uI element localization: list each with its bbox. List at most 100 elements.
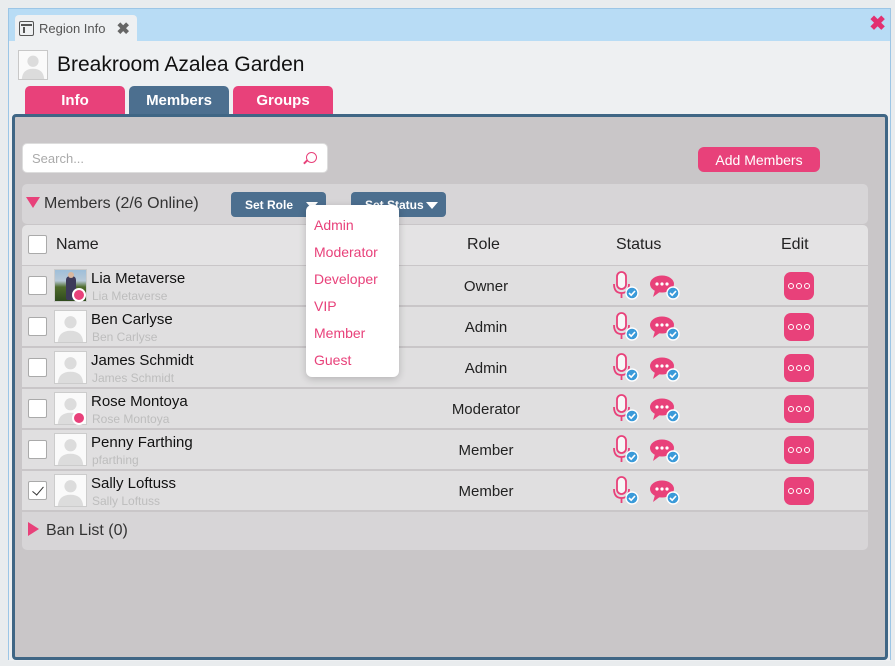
expand-triangle-icon[interactable] — [28, 522, 39, 536]
region-info-window: Region Info ✖ ✖ Breakroom Azalea Garden … — [8, 8, 891, 661]
row-checkbox[interactable] — [28, 317, 47, 336]
member-username: pfarthing — [92, 453, 139, 467]
tab-groups[interactable]: Groups — [233, 86, 333, 114]
window-titlebar: Region Info ✖ ✖ — [9, 9, 890, 42]
search-input[interactable] — [32, 144, 302, 172]
search-box — [22, 143, 328, 173]
ban-list-header[interactable]: Ban List (0) — [22, 512, 868, 550]
tab-members[interactable]: Members — [129, 86, 229, 114]
row-checkbox[interactable] — [28, 358, 47, 377]
row-checkbox[interactable] — [28, 276, 47, 295]
ban-list-label: Ban List (0) — [46, 522, 128, 539]
row-checkbox[interactable] — [28, 399, 47, 418]
default-avatar-icon — [55, 434, 86, 465]
more-options-icon — [788, 488, 810, 494]
role-option-admin[interactable]: Admin — [306, 211, 399, 238]
member-name: Penny Farthing — [91, 434, 193, 451]
chat-bubble-verified-icon[interactable] — [649, 438, 681, 466]
members-section-header: Members (2/6 Online) Set Role Set Status — [22, 184, 868, 224]
window-tab[interactable]: Region Info ✖ — [15, 15, 137, 42]
member-role: Moderator — [451, 401, 521, 418]
edit-member-button[interactable] — [784, 313, 814, 341]
online-status-dot — [72, 411, 86, 425]
window-close-icon[interactable]: ✖ — [869, 11, 886, 36]
header-name: Name — [56, 236, 99, 253]
microphone-verified-icon[interactable] — [612, 476, 640, 506]
window-tab-title: Region Info — [39, 21, 106, 36]
row-checkbox[interactable] — [28, 481, 47, 500]
avatar — [54, 310, 87, 343]
default-avatar-icon — [55, 311, 86, 342]
table-row[interactable]: Ben Carlyse Ben Carlyse Admin — [22, 307, 868, 347]
members-count: Members (2/6 Online) — [44, 195, 199, 212]
row-checkbox[interactable] — [28, 440, 47, 459]
avatar — [54, 351, 87, 384]
chat-bubble-verified-icon[interactable] — [649, 479, 681, 507]
microphone-verified-icon[interactable] — [612, 271, 640, 301]
member-name: Rose Montoya — [91, 393, 188, 410]
role-option-guest[interactable]: Guest — [306, 346, 399, 373]
add-members-button[interactable]: Add Members — [698, 147, 820, 172]
chevron-down-icon — [426, 202, 438, 209]
more-options-icon — [788, 324, 810, 330]
member-name: Ben Carlyse — [91, 311, 173, 328]
region-avatar — [18, 50, 48, 80]
microphone-verified-icon[interactable] — [612, 312, 640, 342]
table-row[interactable]: Penny Farthing pfarthing Member — [22, 430, 868, 470]
microphone-verified-icon[interactable] — [612, 394, 640, 424]
chat-bubble-verified-icon[interactable] — [649, 274, 681, 302]
member-username: Lia Metaverse — [92, 289, 168, 303]
role-option-member[interactable]: Member — [306, 319, 399, 346]
more-options-icon — [788, 447, 810, 453]
table-header: Name Role Status Edit — [22, 225, 868, 265]
tab-bar: Info Members Groups — [25, 86, 333, 114]
search-icon[interactable] — [306, 152, 317, 163]
table-row[interactable]: Sally Loftuss Sally Loftuss Member — [22, 471, 868, 511]
chat-bubble-verified-icon[interactable] — [649, 315, 681, 343]
edit-member-button[interactable] — [784, 395, 814, 423]
table-row[interactable]: James Schmidt James Schmidt Admin — [22, 348, 868, 388]
avatar — [54, 474, 87, 507]
microphone-verified-icon[interactable] — [612, 435, 640, 465]
member-username: Rose Montoya — [92, 412, 170, 426]
collapse-triangle-icon[interactable] — [26, 197, 40, 208]
role-option-vip[interactable]: VIP — [306, 292, 399, 319]
tab-close-icon[interactable]: ✖ — [117, 19, 130, 39]
table-row[interactable]: Rose Montoya Rose Montoya Moderator — [22, 389, 868, 429]
members-panel: Add Members Members (2/6 Online) Set Rol… — [12, 114, 888, 660]
header-status: Status — [616, 236, 662, 253]
tab-info[interactable]: Info — [25, 86, 125, 114]
role-option-developer[interactable]: Developer — [306, 265, 399, 292]
set-role-menu: Admin Moderator Developer VIP Member Gue… — [306, 205, 399, 377]
page-title: Breakroom Azalea Garden — [57, 53, 305, 76]
set-role-label: Set Role — [245, 197, 294, 212]
table-row[interactable]: Lia Metaverse Lia Metaverse Owner — [22, 266, 868, 306]
member-username: Ben Carlyse — [92, 330, 158, 344]
avatar — [54, 433, 87, 466]
edit-member-button[interactable] — [784, 477, 814, 505]
default-avatar-icon — [19, 51, 47, 79]
member-role: Member — [458, 442, 514, 459]
chat-bubble-verified-icon[interactable] — [649, 356, 681, 384]
edit-member-button[interactable] — [784, 354, 814, 382]
default-avatar-icon — [55, 475, 86, 506]
member-role: Admin — [464, 360, 508, 377]
more-options-icon — [788, 406, 810, 412]
member-role: Admin — [464, 319, 508, 336]
online-status-dot — [72, 288, 86, 302]
edit-member-button[interactable] — [784, 436, 814, 464]
select-all-checkbox[interactable] — [28, 235, 47, 254]
member-name: Lia Metaverse — [91, 270, 186, 287]
edit-member-button[interactable] — [784, 272, 814, 300]
member-username: Sally Loftuss — [92, 494, 161, 508]
member-role: Member — [458, 483, 514, 500]
header-role: Role — [467, 236, 500, 253]
default-avatar-icon — [55, 352, 86, 383]
role-option-moderator[interactable]: Moderator — [306, 238, 399, 265]
more-options-icon — [788, 283, 810, 289]
member-name: Sally Loftuss — [91, 475, 177, 492]
microphone-verified-icon[interactable] — [612, 353, 640, 383]
header-edit: Edit — [781, 236, 809, 253]
more-options-icon — [788, 365, 810, 371]
chat-bubble-verified-icon[interactable] — [649, 397, 681, 425]
